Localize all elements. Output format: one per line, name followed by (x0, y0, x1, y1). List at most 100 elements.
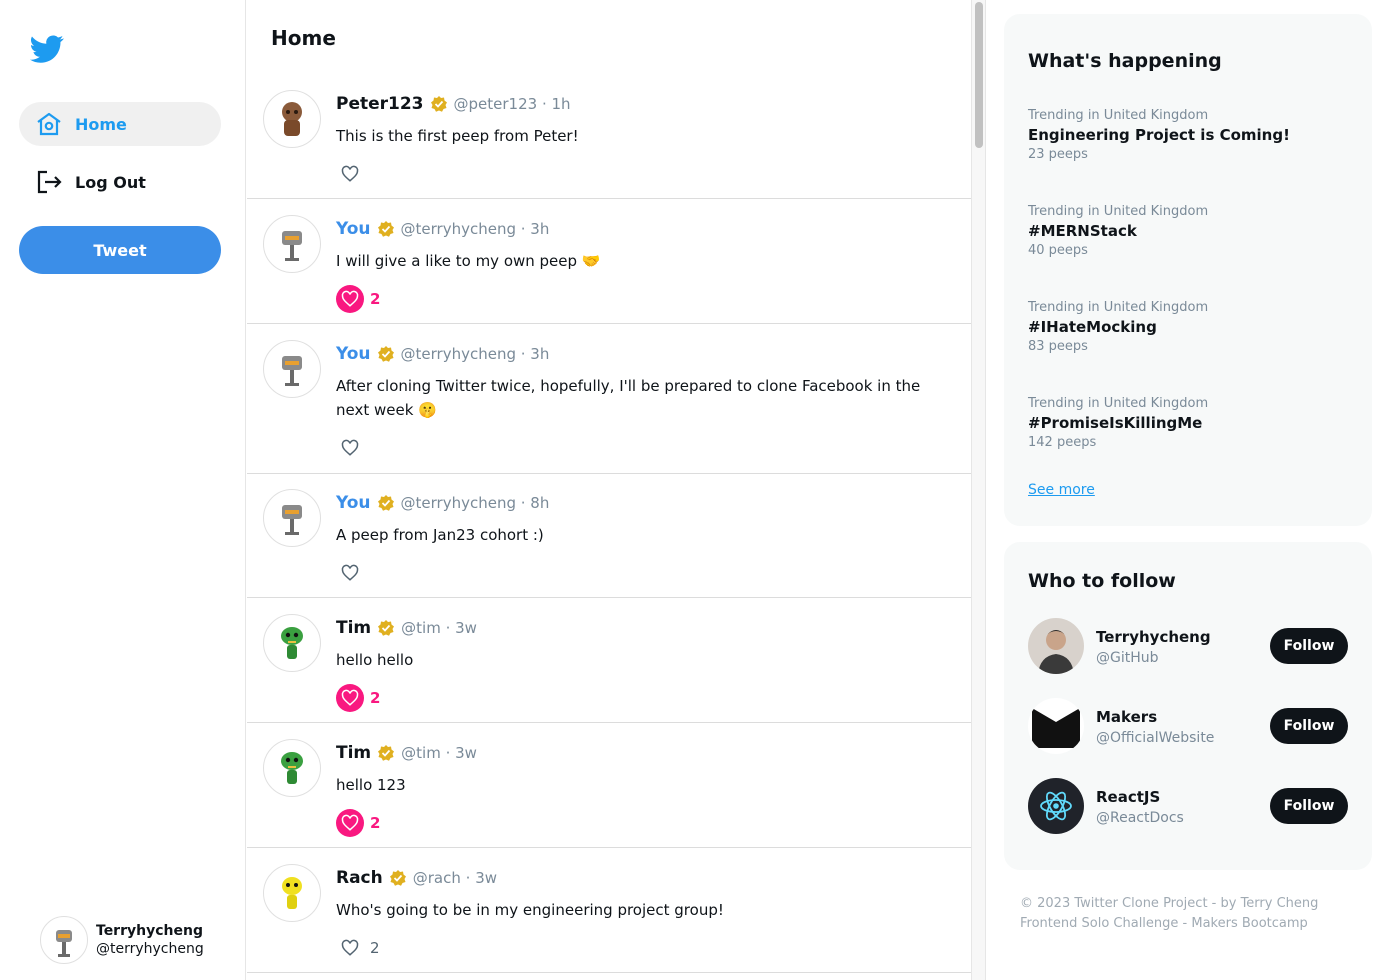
peep-handle: @terryhycheng (400, 494, 516, 512)
peep-item[interactable]: You @terryhycheng · 8h A peep from Jan23 c… (247, 489, 971, 598)
peep-handle: @terryhycheng (400, 220, 516, 238)
follow-handle: @OfficialWebsite (1096, 730, 1215, 746)
nav-home-label: Home (75, 114, 127, 134)
trend-item[interactable]: Trending in United Kingdom #IHateMocking… (1028, 300, 1208, 354)
peep-author[interactable]: You (336, 219, 371, 239)
follow-suggestion[interactable]: Terryhycheng @GitHub Follow (1028, 618, 1348, 674)
verified-badge-icon (377, 221, 394, 237)
trend-item[interactable]: Trending in United Kingdom #PromiseIsKil… (1028, 396, 1208, 450)
like-control[interactable] (336, 160, 370, 188)
footer-line: © 2023 Twitter Clone Project - by Terry … (1020, 896, 1319, 911)
like-control[interactable] (336, 559, 370, 587)
peep-text: hello hello (336, 651, 414, 669)
feed: Home Peter123 @peter123 · 1h This is the f… (247, 0, 972, 980)
follow-name: Terryhycheng (1096, 628, 1211, 646)
trend-item[interactable]: Trending in United Kingdom #MERNStack 40… (1028, 204, 1208, 258)
avatar (263, 489, 321, 547)
who-to-follow-title: Who to follow (1028, 570, 1176, 592)
current-user-handle: @terryhycheng (96, 941, 204, 957)
follow-suggestion[interactable]: Makers @OfficialWebsite Follow (1028, 698, 1348, 754)
peep-meta: @terryhycheng · 8h (400, 494, 550, 512)
avatar (1028, 618, 1084, 674)
peep-author[interactable]: You (336, 493, 371, 513)
peep-item[interactable]: Peter123 @peter123 · 1h This is the first … (247, 90, 971, 199)
trend-tag: Engineering Project is Coming! (1028, 126, 1290, 144)
peep-author[interactable]: Tim (336, 618, 371, 638)
peep-text: This is the first peep from Peter! (336, 127, 579, 145)
makers-logo-icon (1028, 698, 1084, 754)
verified-badge-icon (378, 620, 395, 636)
peep-time: 3w (455, 619, 477, 637)
follow-button[interactable]: Follow (1270, 708, 1348, 744)
nav-home[interactable]: Home (19, 102, 221, 146)
peep-header: You @terryhycheng · 3h (336, 219, 549, 239)
feed-scrollbar[interactable] (972, 0, 986, 980)
follow-name: ReactJS (1096, 788, 1161, 806)
heart-icon[interactable] (336, 434, 364, 462)
heart-icon[interactable] (336, 559, 364, 587)
nav-logout-label: Log Out (75, 172, 146, 192)
avatar (263, 614, 321, 672)
peep-time: 8h (530, 494, 550, 512)
trend-context: Trending in United Kingdom (1028, 204, 1209, 219)
trends-title: What's happening (1028, 50, 1222, 72)
like-control[interactable]: 2 (336, 809, 380, 837)
twitter-bird-icon[interactable] (28, 32, 66, 66)
peep-item[interactable]: You @terryhycheng · 3h I will give a like … (247, 215, 971, 324)
trend-count: 142 peeps (1028, 435, 1097, 450)
nav-logout[interactable]: Log Out (19, 160, 221, 204)
peep-header: You @terryhycheng · 8h (336, 493, 549, 513)
like-control[interactable]: 2 (336, 934, 380, 962)
heart-icon[interactable] (336, 934, 364, 962)
peep-text: I will give a like to my own peep 🤝 (336, 252, 601, 270)
peep-handle: @tim (401, 619, 441, 637)
current-user[interactable]: Terryhycheng @terryhycheng (40, 916, 204, 964)
peep-author[interactable]: Peter123 (336, 94, 424, 114)
follow-suggestion[interactable]: ReactJS @ReactDocs Follow (1028, 778, 1348, 834)
trend-tag: #IHateMocking (1028, 318, 1157, 336)
peep-author[interactable]: Rach (336, 868, 383, 888)
footer-line: Frontend Solo Challenge - Makers Bootcam… (1020, 916, 1308, 931)
peep-header: Tim @tim · 3w (336, 743, 477, 763)
peep-author[interactable]: You (336, 344, 371, 364)
peep-handle: @terryhycheng (400, 345, 516, 363)
peep-item[interactable]: Tim @tim · 3w hello 123 2 (247, 739, 971, 848)
peep-text: A peep from Jan23 cohort :) (336, 526, 544, 544)
peep-item[interactable]: Tim @tim · 3w hello hello 2 (247, 614, 971, 723)
verified-badge-icon (430, 96, 447, 112)
peep-meta: @terryhycheng · 3h (400, 220, 550, 238)
follow-button[interactable]: Follow (1270, 628, 1348, 664)
verified-badge-icon (378, 745, 395, 761)
heart-icon[interactable] (336, 684, 364, 712)
peep-item[interactable]: You @terryhycheng · 3h After cloning Twitt… (247, 340, 971, 474)
trend-count: 83 peeps (1028, 339, 1088, 354)
peep-handle: @peter123 (453, 95, 538, 113)
heart-icon[interactable] (336, 160, 364, 188)
verified-badge-icon (389, 870, 406, 886)
peep-header: Tim @tim · 3w (336, 618, 477, 638)
logout-icon (35, 168, 63, 196)
trend-tag: #PromiseIsKillingMe (1028, 414, 1203, 432)
peep-time: 3w (455, 744, 477, 762)
like-control[interactable] (336, 434, 370, 462)
avatar (40, 916, 88, 964)
home-icon (35, 110, 63, 138)
scrollbar-thumb[interactable] (975, 2, 983, 148)
peep-item[interactable]: Rach @rach · 3w Who's going to be in my en… (247, 864, 971, 973)
current-user-name: Terryhycheng (96, 923, 203, 939)
like-control[interactable]: 2 (336, 285, 380, 313)
peep-text: Who's going to be in my engineering proj… (336, 901, 724, 919)
follow-button[interactable]: Follow (1270, 788, 1348, 824)
trend-context: Trending in United Kingdom (1028, 300, 1209, 315)
heart-icon[interactable] (336, 285, 364, 313)
see-more-link[interactable]: See more (1028, 482, 1095, 498)
peep-meta: @rach · 3w (412, 869, 497, 887)
peep-author[interactable]: Tim (336, 743, 371, 763)
tweet-button[interactable]: Tweet (19, 226, 221, 274)
like-control[interactable]: 2 (336, 684, 380, 712)
like-count: 2 (370, 290, 381, 308)
trend-item[interactable]: Trending in United Kingdom Engineering P… (1028, 108, 1290, 162)
page-title: Home (271, 26, 336, 50)
heart-icon[interactable] (336, 809, 364, 837)
peep-time: 3w (475, 869, 497, 887)
